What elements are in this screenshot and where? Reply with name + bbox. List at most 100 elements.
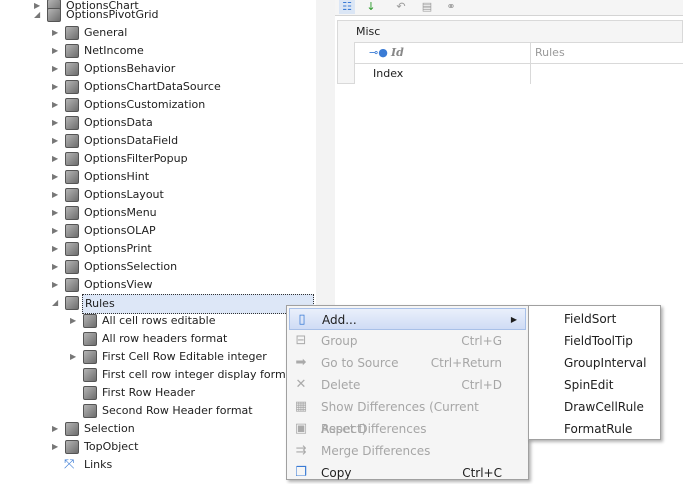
delete-icon: ✕ xyxy=(295,377,307,392)
menu-item-reset-differences[interactable]: ▣ Reset Differences xyxy=(289,418,526,440)
expand-arrow-icon[interactable]: ▶ xyxy=(52,420,60,438)
cube-icon xyxy=(83,350,97,364)
tree-node[interactable]: ▶ All cell rows editable xyxy=(0,312,316,330)
cube-icon xyxy=(65,116,79,130)
tree-node[interactable]: ▶ General xyxy=(0,24,316,42)
tree-node[interactable]: ▶ NetIncome xyxy=(0,42,316,60)
categorized-icon[interactable]: ☷ xyxy=(339,0,355,14)
tree-node[interactable]: ▶ OptionsFilterPopup xyxy=(0,150,316,168)
expand-arrow-icon[interactable]: ▶ xyxy=(70,348,78,366)
collapse-arrow-icon[interactable]: ◢ xyxy=(52,294,60,312)
expand-arrow-icon[interactable]: ▶ xyxy=(52,168,60,186)
menu-item-group[interactable]: ⊟ Group Ctrl+G xyxy=(289,330,526,352)
sort-alphabetical-icon[interactable]: ↓ xyxy=(363,0,379,14)
xml-diff-icon: ▦ xyxy=(294,399,308,414)
tree-node-label: NetIncome xyxy=(84,44,144,57)
cube-icon xyxy=(65,440,79,454)
expand-arrow-icon[interactable]: ▶ xyxy=(52,114,60,132)
menu-item-copy[interactable]: ❐ Copy Ctrl+C xyxy=(289,462,526,484)
expand-arrow-icon[interactable]: ▶ xyxy=(52,240,60,258)
tree-node[interactable]: ⤧ Links xyxy=(0,456,316,474)
tree-node[interactable]: ◢ Rules xyxy=(0,294,316,314)
submenu-item-spinedit[interactable]: SpinEdit xyxy=(564,374,613,396)
property-row-index[interactable]: Index xyxy=(354,63,683,84)
expand-arrow-icon[interactable]: ▶ xyxy=(52,96,60,114)
tree-node[interactable]: All row headers format xyxy=(0,330,316,348)
tree-node[interactable]: ▶ OptionsBehavior xyxy=(0,60,316,78)
tree-node[interactable]: ▶ OptionsOLAP xyxy=(0,222,316,240)
tree-node-label: Links xyxy=(84,458,113,471)
cube-icon xyxy=(83,314,97,328)
submenu-item-drawcellrule[interactable]: DrawCellRule xyxy=(564,396,644,418)
tree-node[interactable]: ▶ First Cell Row Editable integer xyxy=(0,348,316,366)
menu-item-shortcut: Ctrl+C xyxy=(462,466,502,480)
expand-arrow-icon[interactable]: ▶ xyxy=(52,204,60,222)
add-submenu: FieldSort FieldToolTip GroupInterval SpinEd… xyxy=(528,305,661,440)
tree-node[interactable]: ▶ OptionsMenu xyxy=(0,204,316,222)
expand-arrow-icon[interactable]: ▶ xyxy=(52,186,60,204)
tree-node-label: All cell rows editable xyxy=(102,314,216,327)
tree-node-label: OptionsMenu xyxy=(84,206,157,219)
cube-icon xyxy=(65,98,79,112)
submenu-item-formatrule[interactable]: FormatRule xyxy=(564,418,632,440)
tree-node-label: OptionsPrint xyxy=(84,242,152,255)
tree-node[interactable]: Second Row Header format xyxy=(0,402,316,420)
menu-item-delete[interactable]: ✕ Delete Ctrl+D xyxy=(289,374,526,396)
tree-node-label: First cell row integer display format xyxy=(102,368,297,381)
expand-arrow-icon[interactable]: ▶ xyxy=(52,24,60,42)
tree-node[interactable]: ▶ TopObject xyxy=(0,438,316,456)
tree-node[interactable]: ▶ OptionsData xyxy=(0,114,316,132)
expand-arrow-icon[interactable]: ▶ xyxy=(52,150,60,168)
menu-item-show-differences-current-aspect[interactable]: ▦ Show Differences (Current Aspect) xyxy=(289,396,526,436)
cube-icon xyxy=(83,332,97,346)
tree-node[interactable]: ▶ OptionsChartDataSource xyxy=(0,78,316,96)
menu-item-shortcut: Ctrl+D xyxy=(461,378,502,392)
tree-node[interactable]: ▶ OptionsPrint xyxy=(0,240,316,258)
expand-arrow-icon[interactable]: ▶ xyxy=(52,42,60,60)
copy-properties-icon[interactable]: ▤ xyxy=(419,0,435,14)
menu-item-shortcut: Ctrl+Return xyxy=(430,356,502,370)
submenu-item-groupinterval[interactable]: GroupInterval xyxy=(564,352,647,374)
tree-node[interactable]: ◢ OptionsPivotGrid xyxy=(0,6,316,24)
cube-icon xyxy=(65,80,79,94)
tree-node[interactable]: ▶ OptionsHint xyxy=(0,168,316,186)
undo-icon[interactable]: ↶ xyxy=(393,0,409,14)
menu-item-label: Group xyxy=(321,334,358,348)
tree-node[interactable]: First cell row integer display format xyxy=(0,366,316,384)
cube-icon xyxy=(65,170,79,184)
menu-item-add[interactable]: ▯ Add... ▶ xyxy=(289,308,526,330)
menu-item-label: Copy xyxy=(321,466,352,480)
expand-arrow-icon[interactable]: ▶ xyxy=(52,222,60,240)
model-tree[interactable]: ▶ OptionsChart ◢ OptionsPivotGrid ▶ General ▶ N… xyxy=(0,0,316,477)
tree-node[interactable]: ▶ OptionsView xyxy=(0,276,316,294)
property-value[interactable]: Rules xyxy=(532,43,565,63)
expand-arrow-icon[interactable]: ▶ xyxy=(52,258,60,276)
tree-node[interactable]: ▶ OptionsSelection xyxy=(0,258,316,276)
submenu-item-fieldsort[interactable]: FieldSort xyxy=(564,308,616,330)
tree-node-label: OptionsData xyxy=(84,116,153,129)
tree-node-label: OptionsView xyxy=(84,278,153,291)
tree-node-label: Rules xyxy=(82,294,314,314)
property-row-id[interactable]: ⊸● Id Rules xyxy=(354,42,683,63)
tree-node[interactable]: ▶ Selection xyxy=(0,420,316,438)
tree-node[interactable]: First Row Header xyxy=(0,384,316,402)
tree-node[interactable]: ▶ OptionsCustomization xyxy=(0,96,316,114)
menu-item-merge-differences[interactable]: ⇉ Merge Differences xyxy=(289,440,526,462)
cube-icon xyxy=(65,224,79,238)
cube-icon xyxy=(65,188,79,202)
tree-node[interactable]: ▶ OptionsLayout xyxy=(0,186,316,204)
expand-arrow-icon[interactable]: ▶ xyxy=(70,312,78,330)
collapse-arrow-icon[interactable]: ◢ xyxy=(34,6,42,24)
expand-arrow-icon[interactable]: ▶ xyxy=(52,438,60,456)
submenu-item-fieldtooltip[interactable]: FieldToolTip xyxy=(564,330,633,352)
link-icon[interactable]: ⚭ xyxy=(443,0,459,14)
expand-arrow-icon[interactable]: ▶ xyxy=(52,60,60,78)
tree-node-label: General xyxy=(84,26,128,39)
expand-arrow-icon[interactable]: ▶ xyxy=(52,132,60,150)
cube-icon xyxy=(83,386,97,400)
menu-item-go-to-source[interactable]: ➡ Go to Source Ctrl+Return xyxy=(289,352,526,374)
expand-arrow-icon[interactable]: ▶ xyxy=(52,276,60,294)
tree-node[interactable]: ▶ OptionsDataField xyxy=(0,132,316,150)
expand-arrow-icon[interactable]: ▶ xyxy=(52,78,60,96)
cube-icon xyxy=(65,152,79,166)
